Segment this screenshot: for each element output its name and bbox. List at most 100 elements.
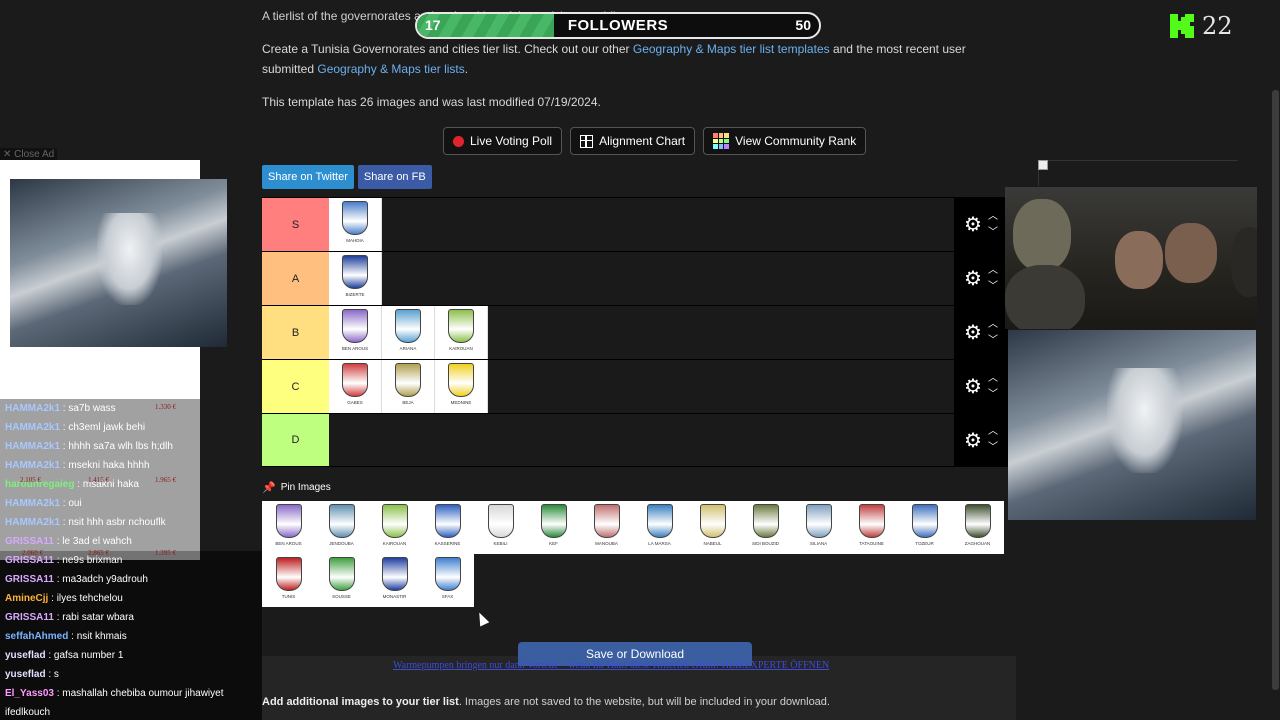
governorate-tile[interactable]: TATAOUINE xyxy=(845,501,898,554)
governorate-tile[interactable]: SILIANA xyxy=(792,501,845,554)
chevron-up-icon[interactable]: ︿ xyxy=(988,317,998,333)
governorate-tile[interactable]: SFAX xyxy=(421,554,474,607)
chat-username[interactable]: El_Yass03 xyxy=(5,688,54,699)
tile-caption: TATAOUINE xyxy=(859,541,884,546)
crest-icon xyxy=(434,504,461,538)
governorate-tile[interactable]: TUNIS xyxy=(262,554,315,607)
share-twitter-button[interactable]: Share on Twitter xyxy=(262,165,354,189)
chat-text: mashallah chebiba oumour jihawiyet xyxy=(62,688,224,699)
chevron-up-icon[interactable]: ︿ xyxy=(988,424,998,440)
geography-templates-link[interactable]: Geography & Maps tier list templates xyxy=(633,42,830,56)
gear-icon[interactable]: ⚙ xyxy=(964,428,982,453)
tier-items[interactable] xyxy=(329,414,954,466)
kick-logo-icon xyxy=(1170,14,1194,38)
governorate-tile[interactable]: BIZERTE xyxy=(329,252,382,305)
crest-icon xyxy=(328,504,355,538)
governorate-tile[interactable]: ARIANA xyxy=(382,306,435,359)
tier-label[interactable]: D xyxy=(262,414,329,466)
tier-items[interactable]: BEN AROUS ARIANA KAIROUAN xyxy=(329,306,954,359)
live-voting-poll-button[interactable]: Live Voting Poll xyxy=(443,127,563,155)
add-images-note: Add additional images to your tier list.… xyxy=(262,696,830,708)
gear-icon[interactable]: ⚙ xyxy=(964,212,982,237)
chevron-down-icon[interactable]: ﹀ xyxy=(988,440,998,456)
broken-image-icon xyxy=(1038,160,1048,170)
tier-row: B BEN AROUS ARIANA KAIROUAN ⚙ ︿ ﹀ xyxy=(262,305,1008,359)
chat-message: GRISSA11 : ma3adch y9adrouh xyxy=(0,570,262,589)
governorate-tile[interactable]: KAIROUAN xyxy=(368,501,421,554)
gear-icon[interactable]: ⚙ xyxy=(964,320,982,345)
chevron-up-icon[interactable]: ︿ xyxy=(988,209,998,225)
button-label: View Community Rank xyxy=(735,134,857,148)
chevron-up-icon[interactable]: ︿ xyxy=(988,263,998,279)
chat-username[interactable]: yuseflad xyxy=(5,650,46,661)
ad-link[interactable]: Warmepumpen bringen nur dann Vorteile – … xyxy=(393,660,833,672)
chat-username[interactable]: GRISSA11 xyxy=(5,536,54,547)
tier-items[interactable]: MAHDIA xyxy=(329,198,954,251)
tier-label[interactable]: A xyxy=(262,252,329,305)
ad-price: 1.965 € xyxy=(155,476,176,484)
tile-caption: ARIANA xyxy=(399,346,417,351)
chevron-down-icon[interactable]: ﹀ xyxy=(988,387,998,403)
mouse-cursor-icon xyxy=(474,610,490,627)
governorate-tile[interactable]: TOZEUR xyxy=(898,501,951,554)
chat-username[interactable]: seffahAhmed xyxy=(5,631,68,642)
chat-username[interactable]: HAMMA2k1 xyxy=(5,441,60,452)
tier-controls: ⚙ ︿ ﹀ xyxy=(954,360,1008,413)
tier-label[interactable]: S xyxy=(262,198,329,251)
governorate-tile[interactable]: KASSERINE xyxy=(421,501,474,554)
tile-caption: MAHDIA xyxy=(346,238,364,243)
governorate-tile[interactable]: GABES xyxy=(329,360,382,413)
governorate-tile[interactable]: KAIROUAN xyxy=(435,306,488,359)
tier-items[interactable]: GABES BEJA MEDNINE xyxy=(329,360,954,413)
governorate-tile[interactable]: LA MARSA xyxy=(633,501,686,554)
tier-label[interactable]: C xyxy=(262,360,329,413)
color-grid-icon xyxy=(713,133,730,149)
governorate-tile[interactable]: BEJA xyxy=(382,360,435,413)
viewer-head xyxy=(1115,231,1163,289)
tier-items[interactable]: BIZERTE xyxy=(329,252,954,305)
tile-caption: BEJA xyxy=(402,400,414,405)
governorate-tile[interactable]: MANOUBA xyxy=(580,501,633,554)
governorate-tile[interactable]: MONASTIR xyxy=(368,554,421,607)
chevron-down-icon[interactable]: ﹀ xyxy=(988,333,998,349)
chevron-down-icon[interactable]: ﹀ xyxy=(988,279,998,295)
chat-username[interactable]: HAMMA2k1 xyxy=(5,403,60,414)
record-dot-icon xyxy=(453,135,464,147)
chat-username[interactable]: HAMMA2k1 xyxy=(5,517,60,528)
governorate-tile[interactable]: MAHDIA xyxy=(329,198,382,251)
chat-text: gafsa number 1 xyxy=(53,650,124,661)
crest-icon xyxy=(858,504,885,538)
gear-icon[interactable]: ⚙ xyxy=(964,266,982,291)
chevron-down-icon[interactable]: ﹀ xyxy=(988,225,998,241)
geography-tierlists-link[interactable]: Geography & Maps tier lists xyxy=(317,62,464,76)
pin-images-toggle[interactable]: 📌 Pin Images xyxy=(262,481,331,494)
alignment-chart-button[interactable]: Alignment Chart xyxy=(570,127,696,155)
governorate-tile[interactable]: BEN AROUS xyxy=(329,306,382,359)
governorate-tile[interactable]: KEBILI xyxy=(474,501,527,554)
governorate-tile[interactable]: BEN AROUS xyxy=(262,501,315,554)
share-fb-button[interactable]: Share on FB xyxy=(357,165,432,189)
ad-price: 2.060 € xyxy=(22,549,43,557)
chat-username[interactable]: GRISSA11 xyxy=(5,612,54,623)
governorate-tile[interactable]: NABEUL xyxy=(686,501,739,554)
chat-username[interactable]: GRISSA11 xyxy=(5,574,54,585)
chat-text: sa7b wass xyxy=(68,403,116,414)
governorate-tile[interactable]: ZAGHOUAN xyxy=(951,501,1004,554)
governorate-tile[interactable]: SIDI BOUZID xyxy=(739,501,792,554)
chat-username[interactable]: HAMMA2k1 xyxy=(5,460,60,471)
chevron-up-icon[interactable]: ︿ xyxy=(988,371,998,387)
governorate-tile[interactable]: JENDOUBA xyxy=(315,501,368,554)
page-scrollbar[interactable] xyxy=(1270,0,1280,720)
chat-username[interactable]: AmineCjj xyxy=(5,593,48,604)
chat-username[interactable]: yuseflad xyxy=(5,669,46,680)
tier-label[interactable]: B xyxy=(262,306,329,359)
crest-icon xyxy=(395,309,421,343)
governorate-tile[interactable]: SOUSSE xyxy=(315,554,368,607)
governorate-tile[interactable]: MEDNINE xyxy=(435,360,488,413)
scrollbar-thumb[interactable] xyxy=(1272,90,1279,690)
chat-username[interactable]: HAMMA2k1 xyxy=(5,498,60,509)
governorate-tile[interactable]: KEF xyxy=(527,501,580,554)
community-rank-button[interactable]: View Community Rank xyxy=(703,127,867,155)
chat-username[interactable]: HAMMA2k1 xyxy=(5,422,60,433)
gear-icon[interactable]: ⚙ xyxy=(964,374,982,399)
